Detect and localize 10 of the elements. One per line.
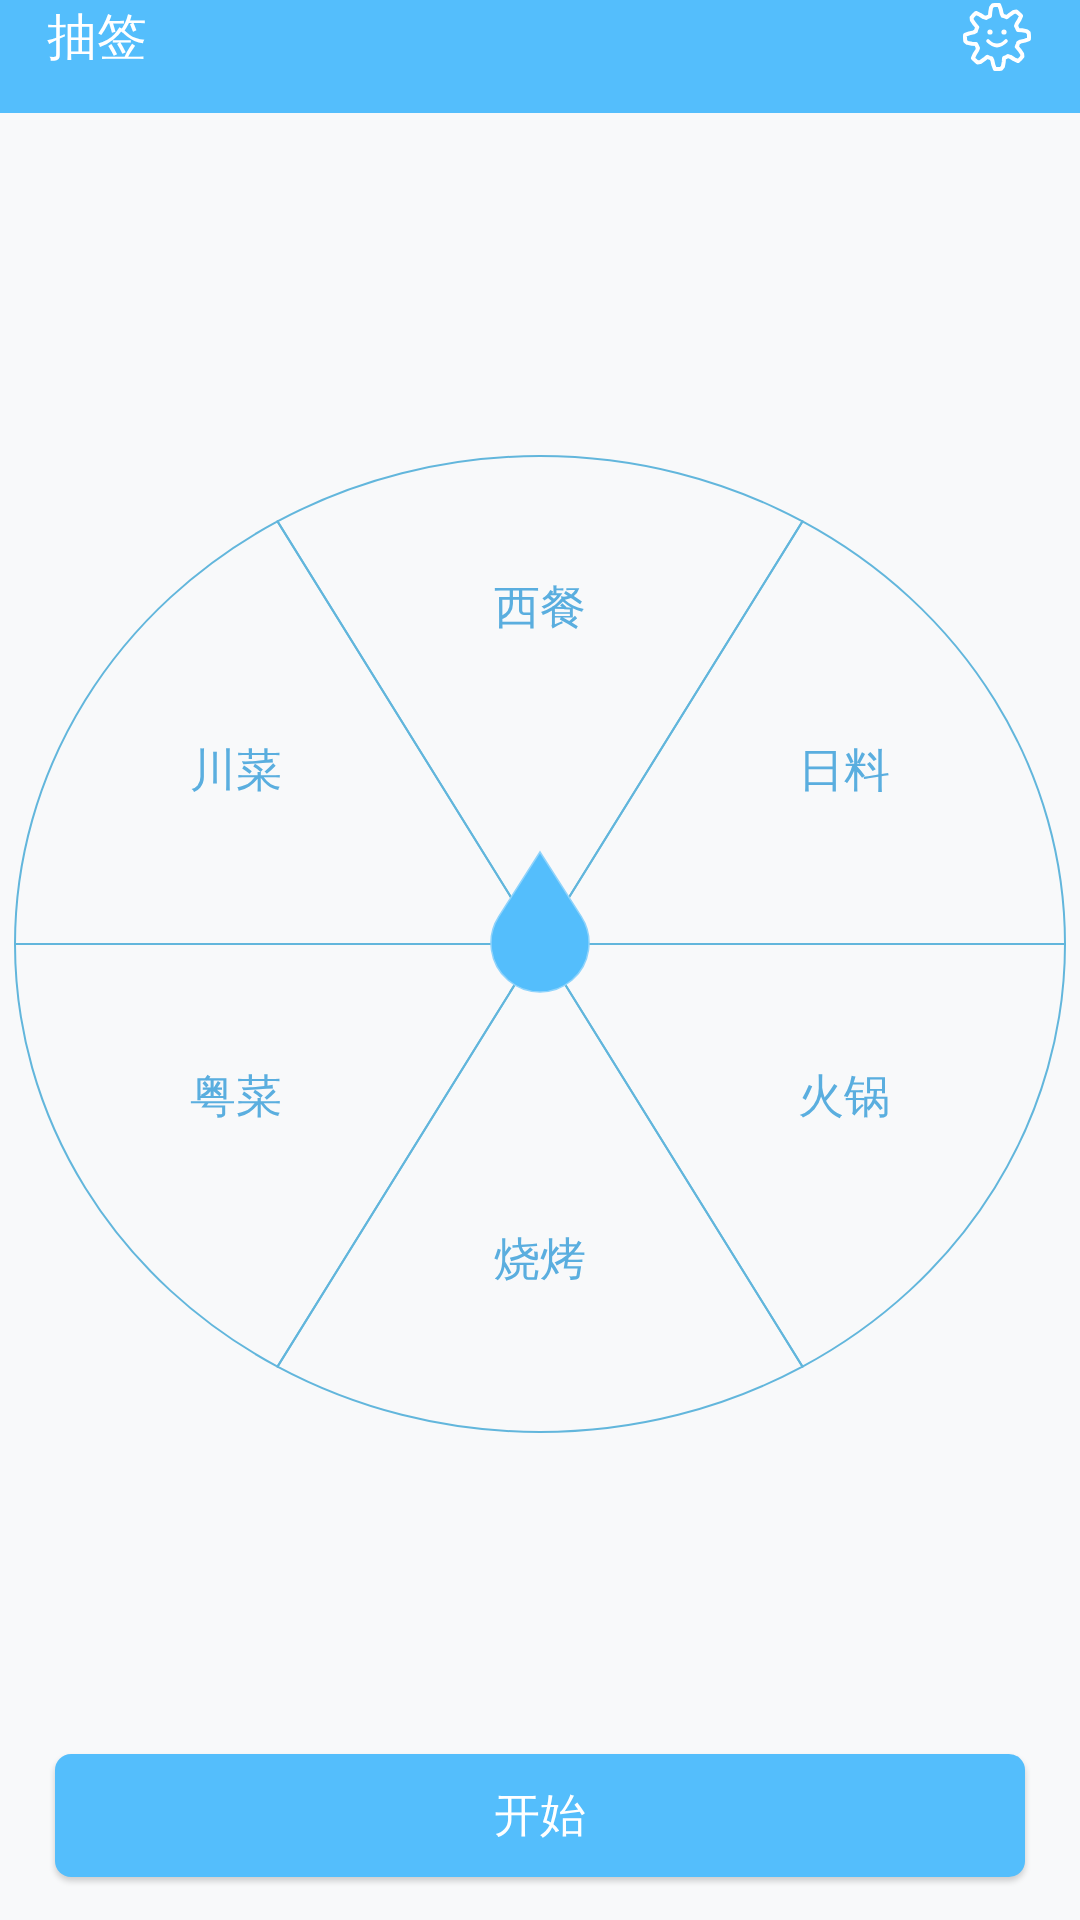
app-title: 抽签	[47, 7, 147, 68]
segment-label: 烧烤	[494, 1232, 586, 1286]
settings-icon[interactable]	[961, 1, 1033, 73]
segment-label: 日料	[798, 743, 890, 797]
pointer-drop-icon	[490, 851, 590, 993]
segment-label: 川菜	[190, 743, 282, 797]
segment-label: 粤菜	[190, 1069, 282, 1123]
segment-label: 西餐	[494, 580, 586, 634]
start-button[interactable]: 开始	[55, 1754, 1025, 1877]
segment-label: 火锅	[798, 1069, 890, 1123]
